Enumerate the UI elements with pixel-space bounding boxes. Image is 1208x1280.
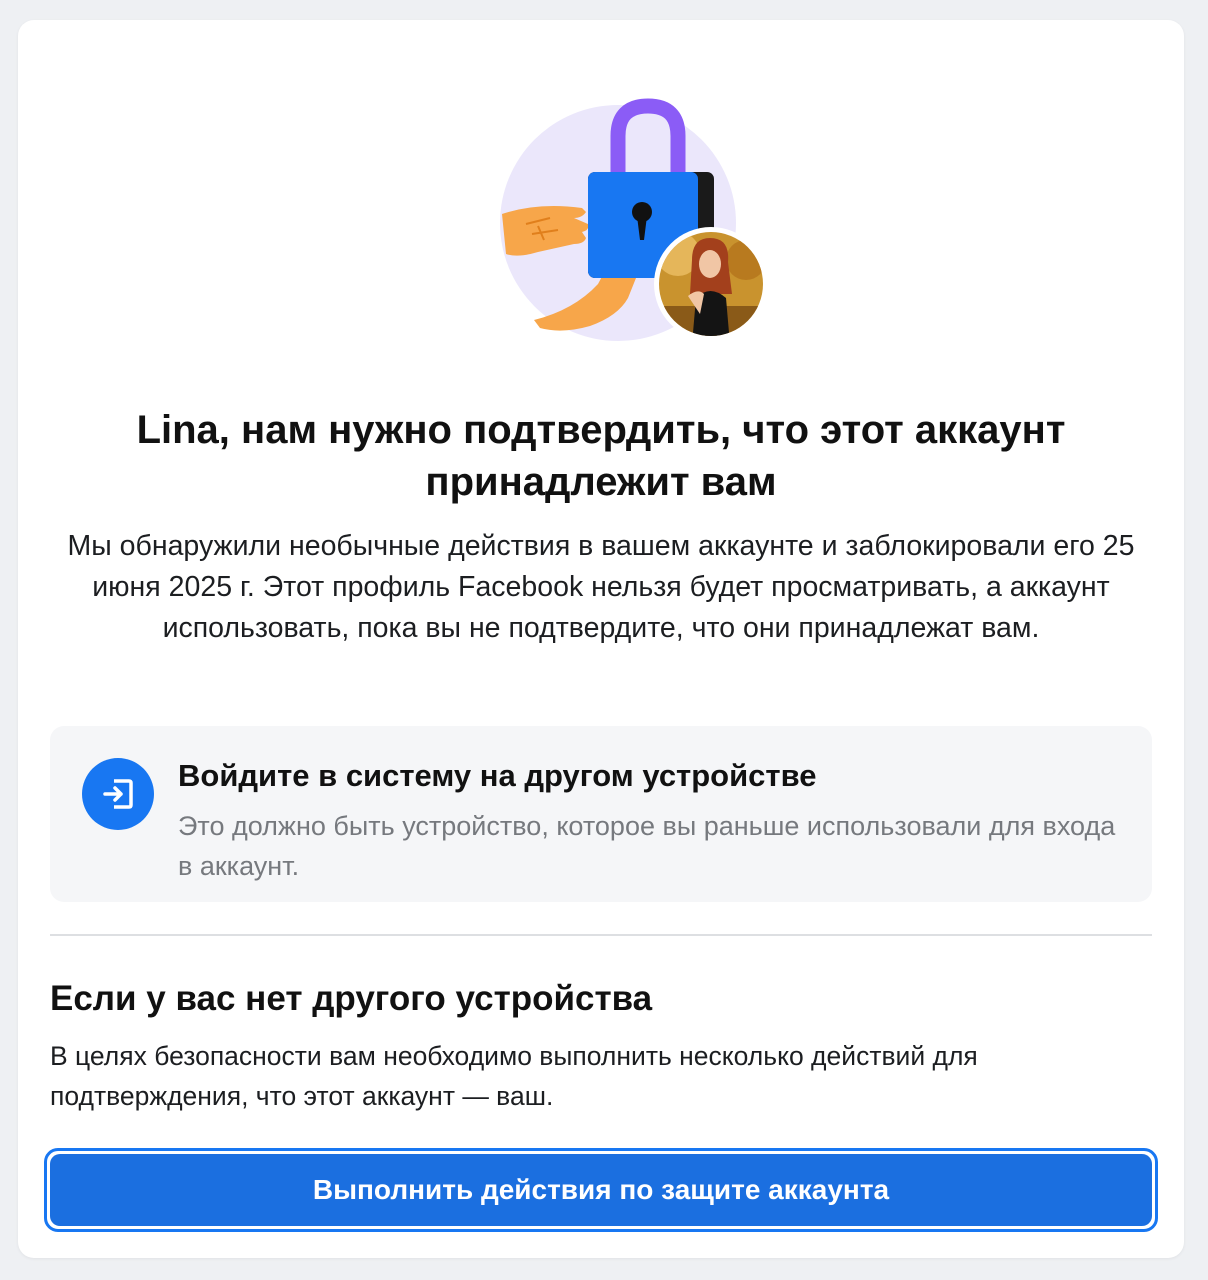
option-title: Войдите в систему на другом устройстве bbox=[178, 758, 817, 793]
page-subtitle: Мы обнаружили необычные действия в вашем… bbox=[67, 530, 1135, 644]
divider bbox=[50, 934, 1152, 936]
page-title: Lina, нам нужно подтвердить, что этот ак… bbox=[136, 408, 1066, 504]
verification-card: Lina, нам нужно подтвердить, что этот ак… bbox=[18, 20, 1184, 1258]
secure-account-button-label: Выполнить действия по защите аккаунта bbox=[50, 1154, 1152, 1226]
no-device-title: Если у вас нет другого устройства bbox=[50, 979, 653, 1018]
login-other-device-option[interactable]: Войдите в систему на другом устройстве Э… bbox=[50, 726, 1152, 902]
secure-account-button[interactable]: Выполнить действия по защите аккаунта bbox=[44, 1148, 1158, 1232]
login-icon bbox=[82, 758, 154, 830]
option-description: Это должно быть устройство, которое вы р… bbox=[178, 811, 1116, 881]
no-device-description: В целях безопасности вам необходимо выпо… bbox=[50, 1041, 978, 1111]
lock-illustration bbox=[478, 84, 788, 354]
